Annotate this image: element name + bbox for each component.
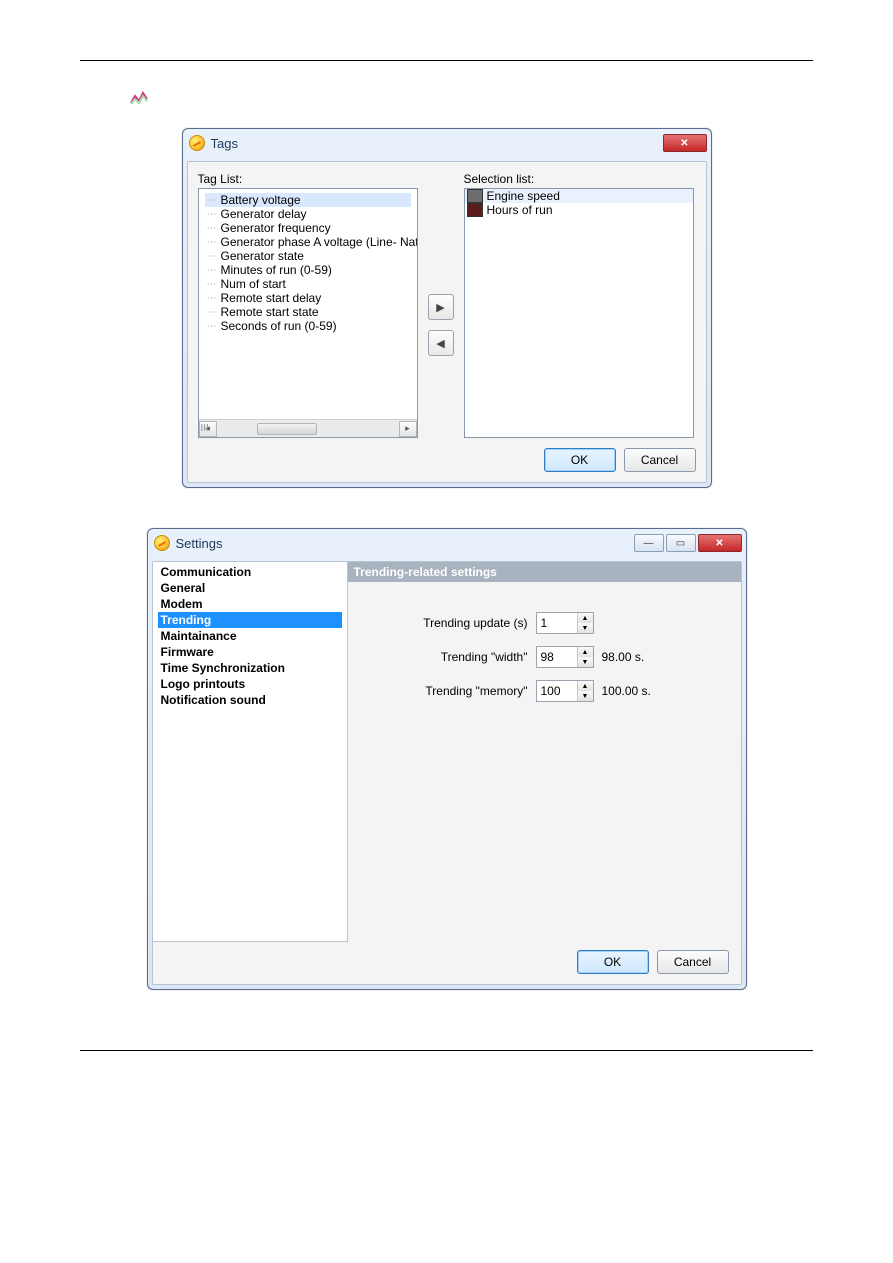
selection-list-label: Selection list: bbox=[464, 172, 694, 186]
trending-width-input[interactable] bbox=[537, 647, 577, 667]
window-title: Settings bbox=[176, 536, 634, 551]
close-button[interactable]: ✕ bbox=[698, 534, 742, 552]
cancel-button[interactable]: Cancel bbox=[624, 448, 696, 472]
trending-memory-spinner[interactable]: ▲▼ bbox=[536, 680, 594, 702]
trending-memory-label: Trending "memory" bbox=[368, 684, 528, 698]
tree-branch-icon: ⋯ bbox=[207, 279, 217, 290]
chart-icon bbox=[130, 91, 148, 105]
sidebar-item[interactable]: Firmware bbox=[158, 644, 342, 660]
list-item-label: Minutes of run (0-59) bbox=[221, 263, 332, 277]
trending-update-input[interactable] bbox=[537, 613, 577, 633]
list-item-label: Generator state bbox=[221, 249, 304, 263]
tag-list-label: Tag List: bbox=[198, 172, 418, 186]
trending-width-suffix: 98.00 s. bbox=[602, 650, 645, 664]
list-item-label: Seconds of run (0-59) bbox=[221, 319, 337, 333]
titlebar: Settings — ▭ ✕ bbox=[148, 529, 746, 557]
trending-update-spinner[interactable]: ▲▼ bbox=[536, 612, 594, 634]
spin-up-icon[interactable]: ▲ bbox=[578, 613, 593, 623]
tree-branch-icon: ⋯ bbox=[207, 195, 217, 206]
list-item[interactable]: Hours of run bbox=[465, 203, 693, 217]
list-item[interactable]: ⋯ Num of start bbox=[205, 277, 411, 291]
tag-list[interactable]: ⋯Battery voltage⋯Generator delay⋯Generat… bbox=[198, 188, 418, 438]
scroll-marker: III bbox=[201, 423, 209, 434]
tree-branch-icon: ⋯ bbox=[207, 209, 217, 220]
spin-down-icon[interactable]: ▼ bbox=[578, 691, 593, 701]
list-item-label: Engine speed bbox=[487, 189, 560, 203]
settings-dialog: Settings — ▭ ✕ CommunicationGeneralModem… bbox=[147, 528, 747, 990]
tree-branch-icon: ⋯ bbox=[207, 223, 217, 234]
horizontal-scrollbar[interactable]: ◂ III ▸ bbox=[199, 419, 417, 437]
list-item[interactable]: ⋯ Generator state bbox=[205, 249, 411, 263]
tree-branch-icon: ⋯ bbox=[207, 237, 217, 248]
app-icon bbox=[189, 135, 205, 151]
titlebar: Tags ✕ bbox=[183, 129, 711, 157]
move-right-button[interactable]: ▶ bbox=[428, 294, 454, 320]
sidebar-item[interactable]: Communication bbox=[158, 564, 342, 580]
sidebar-item[interactable]: Maintainance bbox=[158, 628, 342, 644]
scroll-right-button[interactable]: ▸ bbox=[399, 421, 417, 437]
list-item-label: Remote start delay bbox=[221, 291, 322, 305]
color-swatch bbox=[467, 189, 483, 203]
list-item-label: Hours of run bbox=[487, 203, 553, 217]
sidebar-item[interactable]: Modem bbox=[158, 596, 342, 612]
spin-up-icon[interactable]: ▲ bbox=[578, 681, 593, 691]
list-item[interactable]: ⋯ Battery voltage bbox=[205, 193, 411, 207]
cancel-button[interactable]: Cancel bbox=[657, 950, 729, 974]
list-item[interactable]: ⋯ Remote start state bbox=[205, 305, 411, 319]
tree-branch-icon: ⋯ bbox=[207, 307, 217, 318]
spin-down-icon[interactable]: ▼ bbox=[578, 623, 593, 633]
tree-branch-icon: ⋯ bbox=[207, 321, 217, 332]
color-swatch bbox=[467, 203, 483, 217]
tree-branch-icon: ⋯ bbox=[207, 265, 217, 276]
list-item[interactable]: ⋯ Seconds of run (0-59) bbox=[205, 319, 411, 333]
list-item[interactable]: Engine speed bbox=[465, 189, 693, 203]
list-item-label: Generator delay bbox=[221, 207, 307, 221]
trending-memory-input[interactable] bbox=[537, 681, 577, 701]
spin-down-icon[interactable]: ▼ bbox=[578, 657, 593, 667]
scroll-thumb[interactable] bbox=[257, 423, 317, 435]
tags-dialog: Tags ✕ Tag List: ⋯Battery voltage⋯Genera… bbox=[182, 128, 712, 488]
spin-up-icon[interactable]: ▲ bbox=[578, 647, 593, 657]
panel-header: Trending-related settings bbox=[348, 562, 741, 582]
trending-width-label: Trending "width" bbox=[368, 650, 528, 664]
sidebar-item[interactable]: Notification sound bbox=[158, 692, 342, 708]
list-item[interactable]: ⋯ Remote start delay bbox=[205, 291, 411, 305]
ok-button[interactable]: OK bbox=[577, 950, 649, 974]
list-item[interactable]: ⋯ Generator delay bbox=[205, 207, 411, 221]
settings-sidebar: CommunicationGeneralModemTrendingMaintai… bbox=[153, 562, 348, 942]
maximize-button[interactable]: ▭ bbox=[666, 534, 696, 552]
list-item-label: Generator phase A voltage (Line- Natu bbox=[221, 235, 417, 249]
sidebar-item[interactable]: Time Synchronization bbox=[158, 660, 342, 676]
list-item-label: Battery voltage bbox=[221, 193, 301, 207]
list-item-label: Generator frequency bbox=[221, 221, 331, 235]
list-item-label: Remote start state bbox=[221, 305, 319, 319]
tree-branch-icon: ⋯ bbox=[207, 293, 217, 304]
list-item-label: Num of start bbox=[221, 277, 286, 291]
list-item[interactable]: ⋯Generator phase A voltage (Line- Natu bbox=[205, 235, 411, 249]
trending-update-label: Trending update (s) bbox=[368, 616, 528, 630]
selection-list[interactable]: Engine speedHours of run bbox=[464, 188, 694, 438]
sidebar-item[interactable]: Logo printouts bbox=[158, 676, 342, 692]
list-item[interactable]: ⋯ Generator frequency bbox=[205, 221, 411, 235]
sidebar-item[interactable]: Trending bbox=[158, 612, 342, 628]
trending-width-spinner[interactable]: ▲▼ bbox=[536, 646, 594, 668]
ok-button[interactable]: OK bbox=[544, 448, 616, 472]
sidebar-item[interactable]: General bbox=[158, 580, 342, 596]
tree-branch-icon: ⋯ bbox=[207, 251, 217, 262]
list-item[interactable]: ⋯ Minutes of run (0-59) bbox=[205, 263, 411, 277]
window-title: Tags bbox=[211, 136, 663, 151]
app-icon bbox=[154, 535, 170, 551]
close-button[interactable]: ✕ bbox=[663, 134, 707, 152]
move-left-button[interactable]: ◀ bbox=[428, 330, 454, 356]
minimize-button[interactable]: — bbox=[634, 534, 664, 552]
trending-memory-suffix: 100.00 s. bbox=[602, 684, 651, 698]
